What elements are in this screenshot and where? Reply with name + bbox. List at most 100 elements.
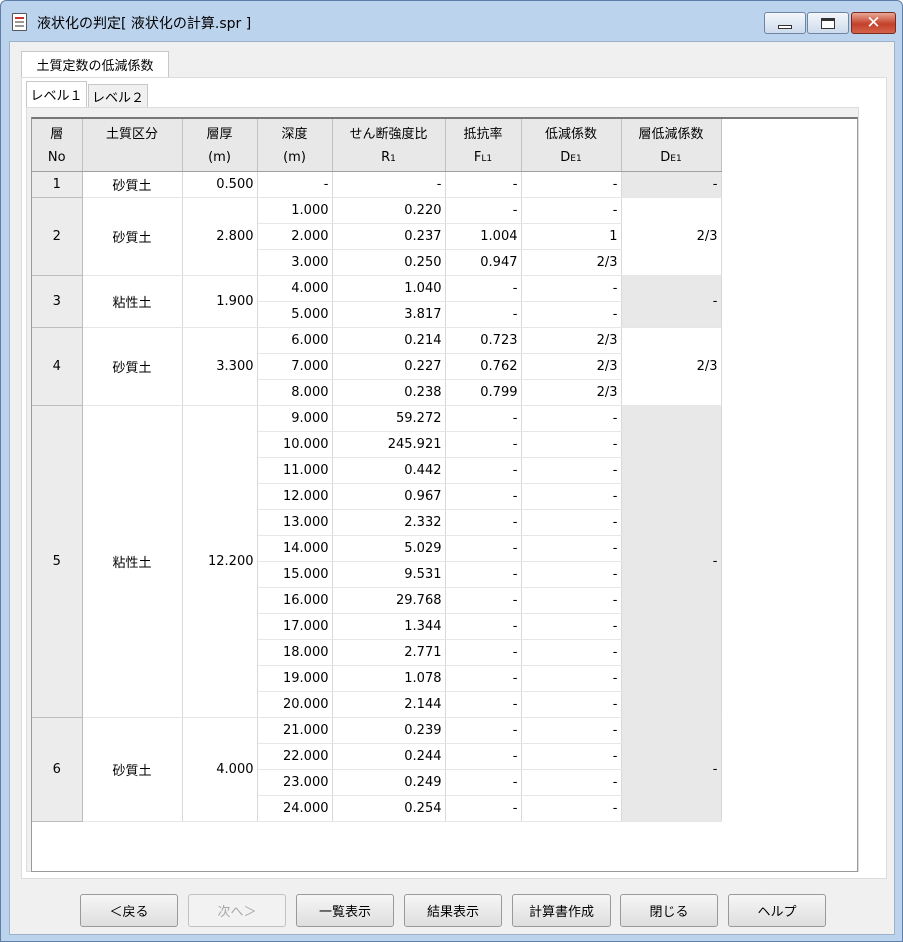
resistance-cell[interactable]: -	[445, 171, 522, 198]
header-reduction-line1[interactable]: 低減係数	[521, 119, 622, 145]
create-report-button[interactable]: 計算書作成	[512, 894, 611, 927]
strength-ratio-cell[interactable]: 59.272	[332, 405, 446, 432]
resistance-cell[interactable]: -	[445, 483, 522, 510]
resistance-cell[interactable]: -	[445, 639, 522, 666]
depth-cell[interactable]: 1.000	[257, 197, 333, 224]
depth-cell[interactable]: 9.000	[257, 405, 333, 432]
reduction-factor-cell[interactable]: -	[521, 561, 622, 588]
layer-no-cell[interactable]: 2	[32, 197, 83, 276]
resistance-cell[interactable]: -	[445, 405, 522, 432]
resistance-cell[interactable]: -	[445, 197, 522, 224]
reduction-factor-cell[interactable]: -	[521, 665, 622, 692]
reduction-factor-cell[interactable]: 1	[521, 223, 622, 250]
depth-cell[interactable]: 7.000	[257, 353, 333, 380]
next-button[interactable]: 次へ＞	[188, 894, 286, 927]
thickness-cell[interactable]: 4.000	[182, 717, 258, 822]
reduction-factor-cell[interactable]: -	[521, 457, 622, 484]
strength-ratio-cell[interactable]: 245.921	[332, 431, 446, 458]
layer-reduction-cell[interactable]: 2/3	[621, 327, 722, 406]
tab-level-1[interactable]: レベル１	[26, 81, 87, 107]
resistance-cell[interactable]: -	[445, 665, 522, 692]
depth-cell[interactable]: 11.000	[257, 457, 333, 484]
app-document-icon[interactable]	[12, 13, 27, 31]
thickness-cell[interactable]: 3.300	[182, 327, 258, 406]
help-button[interactable]: ヘルプ	[728, 894, 826, 927]
reduction-factor-cell[interactable]: -	[521, 431, 622, 458]
reduction-factor-cell[interactable]: -	[521, 743, 622, 770]
depth-cell[interactable]: 20.000	[257, 691, 333, 718]
window-close-button[interactable]: ✕	[851, 12, 896, 34]
thickness-cell[interactable]: 12.200	[182, 405, 258, 718]
reduction-factor-cell[interactable]: 2/3	[521, 327, 622, 354]
header-strength-ratio-line1[interactable]: せん断強度比	[332, 119, 446, 145]
result-view-button[interactable]: 結果表示	[404, 894, 502, 927]
header-resistance-symbol[interactable]: FL1	[445, 145, 522, 172]
depth-cell[interactable]: 15.000	[257, 561, 333, 588]
strength-ratio-cell[interactable]: 1.344	[332, 613, 446, 640]
strength-ratio-cell[interactable]: 1.040	[332, 275, 446, 302]
depth-cell[interactable]: 6.000	[257, 327, 333, 354]
resistance-cell[interactable]: 1.004	[445, 223, 522, 250]
strength-ratio-cell[interactable]: 1.078	[332, 665, 446, 692]
soil-type-cell[interactable]: 粘性土	[82, 275, 183, 328]
strength-ratio-cell[interactable]: 0.239	[332, 717, 446, 744]
reduction-factor-cell[interactable]: -	[521, 275, 622, 302]
reduction-factor-cell[interactable]: -	[521, 171, 622, 198]
header-soil-line2[interactable]	[82, 145, 183, 172]
depth-cell[interactable]: 24.000	[257, 795, 333, 822]
strength-ratio-cell[interactable]: 0.442	[332, 457, 446, 484]
layer-reduction-cell[interactable]: -	[621, 405, 722, 718]
header-layer-reduction-line1[interactable]: 層低減係数	[621, 119, 722, 145]
reduction-factor-cell[interactable]: -	[521, 769, 622, 796]
layer-reduction-cell[interactable]: -	[621, 717, 722, 822]
reduction-factor-cell[interactable]: -	[521, 795, 622, 822]
depth-cell[interactable]: 21.000	[257, 717, 333, 744]
strength-ratio-cell[interactable]: 0.238	[332, 379, 446, 406]
resistance-cell[interactable]: -	[445, 457, 522, 484]
back-button[interactable]: ＜戻る	[80, 894, 178, 927]
reduction-factor-cell[interactable]: -	[521, 509, 622, 536]
strength-ratio-cell[interactable]: 2.332	[332, 509, 446, 536]
soil-type-cell[interactable]: 粘性土	[82, 405, 183, 718]
strength-ratio-cell[interactable]: 3.817	[332, 301, 446, 328]
strength-ratio-cell[interactable]: 0.967	[332, 483, 446, 510]
depth-cell[interactable]: 8.000	[257, 379, 333, 406]
header-soil-line1[interactable]: 土質区分	[82, 119, 183, 145]
reduction-factor-cell[interactable]: -	[521, 717, 622, 744]
resistance-cell[interactable]: -	[445, 431, 522, 458]
soil-type-cell[interactable]: 砂質土	[82, 171, 183, 198]
depth-cell[interactable]: 19.000	[257, 665, 333, 692]
resistance-cell[interactable]: -	[445, 275, 522, 302]
soil-type-cell[interactable]: 砂質土	[82, 197, 183, 276]
thickness-cell[interactable]: 0.500	[182, 171, 258, 198]
layer-no-cell[interactable]: 3	[32, 275, 83, 328]
reduction-factor-cell[interactable]: 2/3	[521, 379, 622, 406]
resistance-cell[interactable]: -	[445, 587, 522, 614]
resistance-cell[interactable]: -	[445, 301, 522, 328]
maximize-button[interactable]	[807, 12, 849, 34]
layer-reduction-cell[interactable]: -	[621, 171, 722, 198]
reduction-factor-cell[interactable]: 2/3	[521, 249, 622, 276]
strength-ratio-cell[interactable]: 29.768	[332, 587, 446, 614]
reduction-factor-cell[interactable]: -	[521, 197, 622, 224]
strength-ratio-cell[interactable]: 2.771	[332, 639, 446, 666]
resistance-cell[interactable]: -	[445, 769, 522, 796]
depth-cell[interactable]: 12.000	[257, 483, 333, 510]
reduction-factor-cell[interactable]: -	[521, 301, 622, 328]
depth-cell[interactable]: -	[257, 171, 333, 198]
header-strength-ratio-symbol[interactable]: R1	[332, 145, 446, 172]
strength-ratio-cell[interactable]: -	[332, 171, 446, 198]
layer-reduction-cell[interactable]: 2/3	[621, 197, 722, 276]
thickness-cell[interactable]: 2.800	[182, 197, 258, 276]
title-bar[interactable]: 液状化の判定[ 液状化の計算.spr ] ✕	[1, 1, 902, 41]
strength-ratio-cell[interactable]: 0.214	[332, 327, 446, 354]
depth-cell[interactable]: 17.000	[257, 613, 333, 640]
header-depth-line1[interactable]: 深度	[257, 119, 333, 145]
header-reduction-symbol[interactable]: DE1	[521, 145, 622, 172]
resistance-cell[interactable]: -	[445, 561, 522, 588]
resistance-cell[interactable]: -	[445, 717, 522, 744]
reduction-factor-grid[interactable]: 層 土質区分 層厚 深度 せん断強度比 抵抗率 低減係数 層低減係数 No (m…	[31, 117, 858, 872]
strength-ratio-cell[interactable]: 0.220	[332, 197, 446, 224]
minimize-button[interactable]	[764, 12, 806, 34]
strength-ratio-cell[interactable]: 0.237	[332, 223, 446, 250]
